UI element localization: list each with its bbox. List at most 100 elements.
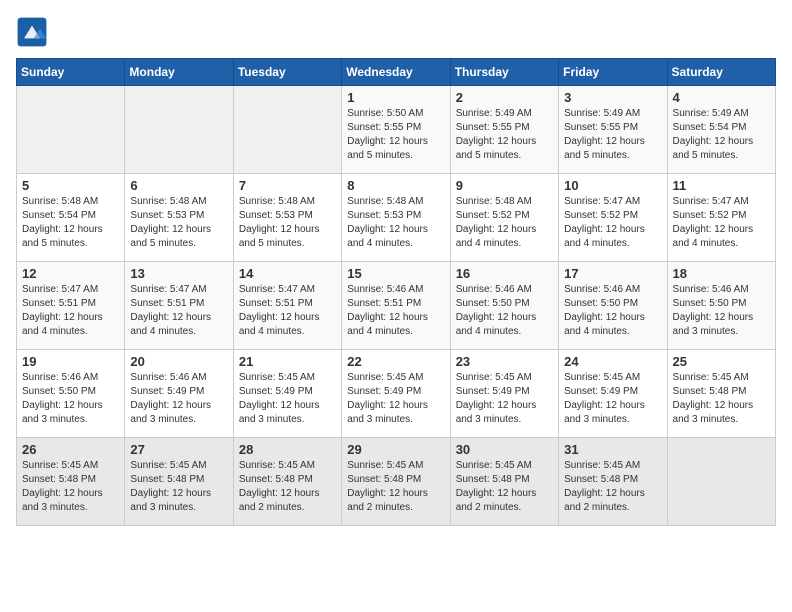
calendar-cell: 26 Sunrise: 5:45 AM Sunset: 5:48 PM Dayli… — [17, 438, 125, 526]
day-number: 21 — [239, 354, 336, 369]
calendar-cell: 4 Sunrise: 5:49 AM Sunset: 5:54 PM Daylig… — [667, 86, 775, 174]
day-of-week-header: Saturday — [667, 59, 775, 86]
day-info: Sunrise: 5:46 AM Sunset: 5:50 PM Dayligh… — [456, 283, 553, 339]
day-info: Sunrise: 5:47 AM Sunset: 5:52 PM Dayligh… — [673, 195, 770, 251]
day-number: 27 — [130, 442, 227, 457]
day-info: Sunrise: 5:45 AM Sunset: 5:48 PM Dayligh… — [130, 459, 227, 515]
calendar-cell: 20 Sunrise: 5:46 AM Sunset: 5:49 PM Dayli… — [125, 350, 233, 438]
calendar-cell: 6 Sunrise: 5:48 AM Sunset: 5:53 PM Daylig… — [125, 174, 233, 262]
day-info: Sunrise: 5:45 AM Sunset: 5:49 PM Dayligh… — [564, 371, 661, 427]
day-info: Sunrise: 5:45 AM Sunset: 5:48 PM Dayligh… — [564, 459, 661, 515]
day-info: Sunrise: 5:45 AM Sunset: 5:48 PM Dayligh… — [347, 459, 444, 515]
day-info: Sunrise: 5:45 AM Sunset: 5:49 PM Dayligh… — [347, 371, 444, 427]
calendar-cell: 21 Sunrise: 5:45 AM Sunset: 5:49 PM Dayli… — [233, 350, 341, 438]
calendar-cell: 16 Sunrise: 5:46 AM Sunset: 5:50 PM Dayli… — [450, 262, 558, 350]
day-info: Sunrise: 5:47 AM Sunset: 5:51 PM Dayligh… — [130, 283, 227, 339]
day-info: Sunrise: 5:49 AM Sunset: 5:55 PM Dayligh… — [564, 107, 661, 163]
calendar-cell: 31 Sunrise: 5:45 AM Sunset: 5:48 PM Dayli… — [559, 438, 667, 526]
day-info: Sunrise: 5:46 AM Sunset: 5:50 PM Dayligh… — [673, 283, 770, 339]
calendar-cell: 13 Sunrise: 5:47 AM Sunset: 5:51 PM Dayli… — [125, 262, 233, 350]
calendar-body: 1Sunrise: 5:50 AM Sunset: 5:55 PM Daylig… — [17, 86, 776, 526]
calendar-cell — [125, 86, 233, 174]
day-number: 17 — [564, 266, 661, 281]
day-number: 28 — [239, 442, 336, 457]
day-of-week-header: Friday — [559, 59, 667, 86]
day-info: Sunrise: 5:45 AM Sunset: 5:49 PM Dayligh… — [239, 371, 336, 427]
day-info: Sunrise: 5:48 AM Sunset: 5:53 PM Dayligh… — [130, 195, 227, 251]
calendar-cell: 30 Sunrise: 5:45 AM Sunset: 5:48 PM Dayli… — [450, 438, 558, 526]
calendar-cell: 27 Sunrise: 5:45 AM Sunset: 5:48 PM Dayli… — [125, 438, 233, 526]
calendar-cell: 5Sunrise: 5:48 AM Sunset: 5:54 PM Daylig… — [17, 174, 125, 262]
calendar-cell: 18Sunrise: 5:46 AM Sunset: 5:50 PM Dayli… — [667, 262, 775, 350]
calendar-cell: 8 Sunrise: 5:48 AM Sunset: 5:53 PM Daylig… — [342, 174, 450, 262]
day-number: 4 — [673, 90, 770, 105]
day-number: 9 — [456, 178, 553, 193]
calendar-cell: 10 Sunrise: 5:47 AM Sunset: 5:52 PM Dayli… — [559, 174, 667, 262]
day-info: Sunrise: 5:46 AM Sunset: 5:50 PM Dayligh… — [22, 371, 119, 427]
calendar-cell: 17 Sunrise: 5:46 AM Sunset: 5:50 PM Dayli… — [559, 262, 667, 350]
day-info: Sunrise: 5:46 AM Sunset: 5:51 PM Dayligh… — [347, 283, 444, 339]
day-info: Sunrise: 5:45 AM Sunset: 5:48 PM Dayligh… — [456, 459, 553, 515]
calendar-cell: 15 Sunrise: 5:46 AM Sunset: 5:51 PM Dayli… — [342, 262, 450, 350]
calendar-cell: 11 Sunrise: 5:47 AM Sunset: 5:52 PM Dayli… — [667, 174, 775, 262]
day-info: Sunrise: 5:47 AM Sunset: 5:52 PM Dayligh… — [564, 195, 661, 251]
calendar-cell: 29 Sunrise: 5:45 AM Sunset: 5:48 PM Dayli… — [342, 438, 450, 526]
day-number: 6 — [130, 178, 227, 193]
calendar: SundayMondayTuesdayWednesdayThursdayFrid… — [16, 58, 776, 526]
day-number: 5 — [22, 178, 119, 193]
day-number: 16 — [456, 266, 553, 281]
day-of-week-header: Monday — [125, 59, 233, 86]
day-number: 31 — [564, 442, 661, 457]
day-info: Sunrise: 5:47 AM Sunset: 5:51 PM Dayligh… — [239, 283, 336, 339]
calendar-cell: 24 Sunrise: 5:45 AM Sunset: 5:49 PM Dayli… — [559, 350, 667, 438]
calendar-cell: 25Sunrise: 5:45 AM Sunset: 5:48 PM Dayli… — [667, 350, 775, 438]
day-number: 10 — [564, 178, 661, 193]
day-number: 13 — [130, 266, 227, 281]
calendar-cell — [667, 438, 775, 526]
day-number: 23 — [456, 354, 553, 369]
day-number: 19 — [22, 354, 119, 369]
day-number: 8 — [347, 178, 444, 193]
day-info: Sunrise: 5:50 AM Sunset: 5:55 PM Dayligh… — [347, 107, 444, 163]
calendar-cell — [17, 86, 125, 174]
calendar-week-row: 1Sunrise: 5:50 AM Sunset: 5:55 PM Daylig… — [17, 86, 776, 174]
header-row: SundayMondayTuesdayWednesdayThursdayFrid… — [17, 59, 776, 86]
day-number: 12 — [22, 266, 119, 281]
day-of-week-header: Thursday — [450, 59, 558, 86]
calendar-cell: 3 Sunrise: 5:49 AM Sunset: 5:55 PM Daylig… — [559, 86, 667, 174]
day-of-week-header: Tuesday — [233, 59, 341, 86]
day-number: 24 — [564, 354, 661, 369]
calendar-week-row: 19 Sunrise: 5:46 AM Sunset: 5:50 PM Dayli… — [17, 350, 776, 438]
logo — [16, 16, 52, 48]
day-info: Sunrise: 5:49 AM Sunset: 5:55 PM Dayligh… — [456, 107, 553, 163]
day-number: 25 — [673, 354, 770, 369]
day-info: Sunrise: 5:45 AM Sunset: 5:48 PM Dayligh… — [22, 459, 119, 515]
day-info: Sunrise: 5:46 AM Sunset: 5:50 PM Dayligh… — [564, 283, 661, 339]
day-of-week-header: Sunday — [17, 59, 125, 86]
day-number: 22 — [347, 354, 444, 369]
day-number: 11 — [673, 178, 770, 193]
day-number: 20 — [130, 354, 227, 369]
calendar-cell: 28 Sunrise: 5:45 AM Sunset: 5:48 PM Dayli… — [233, 438, 341, 526]
day-number: 14 — [239, 266, 336, 281]
calendar-cell: 7Sunrise: 5:48 AM Sunset: 5:53 PM Daylig… — [233, 174, 341, 262]
calendar-cell: 14 Sunrise: 5:47 AM Sunset: 5:51 PM Dayli… — [233, 262, 341, 350]
day-info: Sunrise: 5:46 AM Sunset: 5:49 PM Dayligh… — [130, 371, 227, 427]
calendar-header: SundayMondayTuesdayWednesdayThursdayFrid… — [17, 59, 776, 86]
calendar-cell: 1Sunrise: 5:50 AM Sunset: 5:55 PM Daylig… — [342, 86, 450, 174]
day-number: 7 — [239, 178, 336, 193]
day-number: 26 — [22, 442, 119, 457]
day-info: Sunrise: 5:45 AM Sunset: 5:48 PM Dayligh… — [239, 459, 336, 515]
logo-icon — [16, 16, 48, 48]
day-number: 15 — [347, 266, 444, 281]
day-info: Sunrise: 5:48 AM Sunset: 5:52 PM Dayligh… — [456, 195, 553, 251]
day-info: Sunrise: 5:45 AM Sunset: 5:49 PM Dayligh… — [456, 371, 553, 427]
day-info: Sunrise: 5:49 AM Sunset: 5:54 PM Dayligh… — [673, 107, 770, 163]
calendar-cell: 9 Sunrise: 5:48 AM Sunset: 5:52 PM Daylig… — [450, 174, 558, 262]
day-number: 30 — [456, 442, 553, 457]
calendar-cell: 19 Sunrise: 5:46 AM Sunset: 5:50 PM Dayli… — [17, 350, 125, 438]
day-number: 3 — [564, 90, 661, 105]
calendar-week-row: 5Sunrise: 5:48 AM Sunset: 5:54 PM Daylig… — [17, 174, 776, 262]
day-number: 29 — [347, 442, 444, 457]
day-info: Sunrise: 5:48 AM Sunset: 5:53 PM Dayligh… — [347, 195, 444, 251]
